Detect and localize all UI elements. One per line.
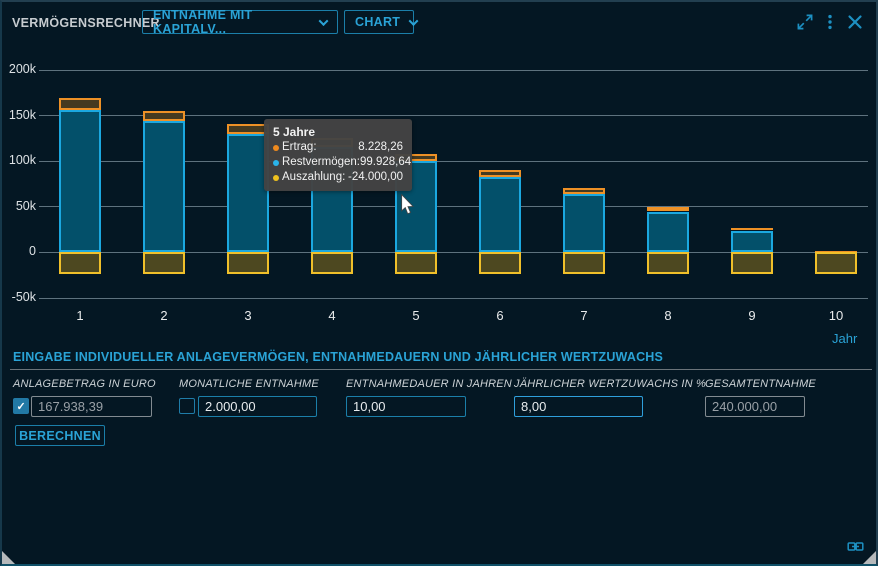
bar-ertrag-jahr-2[interactable] bbox=[143, 111, 185, 121]
gesamtentnahme-field[interactable] bbox=[705, 396, 805, 417]
bar-ertrag-jahr-7[interactable] bbox=[563, 188, 605, 193]
x-tick-label: 5 bbox=[395, 308, 437, 323]
x-tick-label: 4 bbox=[311, 308, 353, 323]
bar-ertrag-jahr-1[interactable] bbox=[59, 98, 101, 109]
x-tick-label: 7 bbox=[563, 308, 605, 323]
tooltip-title: 5 Jahre bbox=[273, 124, 403, 140]
bar-restvermoegen-jahr-2[interactable] bbox=[143, 121, 185, 252]
restvermoegen-bullet-icon bbox=[273, 160, 279, 166]
bar-auszahlung-jahr-5[interactable] bbox=[395, 252, 437, 274]
tooltip-value: 99.928,64 bbox=[360, 155, 411, 170]
chart-tooltip: 5 Jahre Ertrag: 8.228,26 Restvermögen: 9… bbox=[264, 119, 412, 191]
y-tick-label: 100k bbox=[2, 153, 36, 167]
y-tick-label: 150k bbox=[2, 108, 36, 122]
bar-auszahlung-jahr-7[interactable] bbox=[563, 252, 605, 274]
bar-ertrag-jahr-3[interactable] bbox=[227, 124, 269, 134]
bar-restvermoegen-jahr-3[interactable] bbox=[227, 134, 269, 253]
x-tick-label: 3 bbox=[227, 308, 269, 323]
bar-auszahlung-jahr-1[interactable] bbox=[59, 252, 101, 274]
wertzuwachs-label: JÄHRLICHER WERTZUWACHS IN % bbox=[514, 378, 706, 390]
bar-auszahlung-jahr-2[interactable] bbox=[143, 252, 185, 274]
x-tick-label: 10 bbox=[815, 308, 857, 323]
bar-auszahlung-jahr-3[interactable] bbox=[227, 252, 269, 274]
tooltip-row: Ertrag: 8.228,26 bbox=[273, 140, 403, 155]
gesamtentnahme-label: GESAMTENTNAHME bbox=[705, 378, 816, 390]
tooltip-label: Restvermögen: bbox=[282, 155, 360, 170]
entnahmedauer-label: ENTNAHMEDAUER IN JAHREN bbox=[346, 378, 512, 390]
gridline bbox=[39, 298, 868, 299]
bar-auszahlung-jahr-4[interactable] bbox=[311, 252, 353, 274]
bar-restvermoegen-jahr-1[interactable] bbox=[59, 110, 101, 253]
bar-restvermoegen-jahr-8[interactable] bbox=[647, 212, 689, 253]
section-divider bbox=[10, 369, 872, 370]
link-icon[interactable] bbox=[847, 539, 864, 554]
tooltip-row: Auszahlung: -24.000,00 bbox=[273, 170, 403, 185]
auszahlung-bullet-icon bbox=[273, 175, 279, 181]
y-tick-label: 50k bbox=[2, 199, 36, 213]
gridline bbox=[39, 70, 868, 71]
x-tick-label: 1 bbox=[59, 308, 101, 323]
bar-auszahlung-jahr-8[interactable] bbox=[647, 252, 689, 274]
monatliche-entnahme-label: MONATLICHE ENTNAHME bbox=[179, 378, 319, 390]
anlagebetrag-field[interactable] bbox=[31, 396, 152, 417]
form-section-title: EINGABE INDIVIDUELLER ANLAGEVERMÖGEN, EN… bbox=[13, 350, 663, 364]
y-tick-label: 0 bbox=[2, 244, 36, 258]
resize-grip-bottom-left[interactable] bbox=[2, 551, 15, 564]
bar-restvermoegen-jahr-6[interactable] bbox=[479, 177, 521, 253]
bar-auszahlung-jahr-9[interactable] bbox=[731, 252, 773, 274]
x-tick-label: 6 bbox=[479, 308, 521, 323]
monatliche-entnahme-checkbox[interactable] bbox=[179, 398, 195, 414]
bar-ertrag-jahr-6[interactable] bbox=[479, 170, 521, 176]
tooltip-label: Ertrag: bbox=[282, 140, 317, 155]
bar-auszahlung-jahr-10[interactable] bbox=[815, 252, 857, 274]
bar-auszahlung-jahr-6[interactable] bbox=[479, 252, 521, 274]
resize-grip-bottom-right[interactable] bbox=[863, 551, 876, 564]
anlagebetrag-label: ANLAGEBETRAG IN EURO bbox=[13, 378, 156, 390]
x-tick-label: 9 bbox=[731, 308, 773, 323]
mouse-cursor bbox=[400, 194, 415, 215]
monatliche-entnahme-field[interactable] bbox=[198, 396, 317, 417]
bar-restvermoegen-jahr-7[interactable] bbox=[563, 194, 605, 253]
ertrag-bullet-icon bbox=[273, 145, 279, 151]
tooltip-label: Auszahlung: bbox=[282, 170, 345, 185]
entnahmedauer-field[interactable] bbox=[346, 396, 466, 417]
x-tick-label: 2 bbox=[143, 308, 185, 323]
chart-area: 200k 150k 100k 50k 0 -50k 1 2 3 4 5 6 7 8 9 10 Jahr bbox=[2, 2, 876, 564]
tooltip-row: Restvermögen: 99.928,64 bbox=[273, 155, 403, 170]
bar-ertrag-jahr-8[interactable] bbox=[647, 207, 689, 211]
x-tick-label: 8 bbox=[647, 308, 689, 323]
tooltip-value: -24.000,00 bbox=[348, 170, 403, 185]
y-tick-label: -50k bbox=[2, 290, 36, 304]
bar-restvermoegen-jahr-9[interactable] bbox=[731, 231, 773, 252]
tooltip-value: 8.228,26 bbox=[358, 140, 403, 155]
berechnen-button[interactable]: BERECHNEN bbox=[15, 425, 105, 446]
vermoegensrechner-widget: VERMÖGENSRECHNER ENTNAHME MIT KAPITALV..… bbox=[0, 0, 878, 566]
bar-ertrag-jahr-9[interactable] bbox=[731, 228, 773, 230]
x-axis-label: Jahr bbox=[832, 331, 857, 346]
y-tick-label: 200k bbox=[2, 62, 36, 76]
anlagebetrag-checkbox[interactable] bbox=[13, 398, 29, 414]
wertzuwachs-field[interactable] bbox=[514, 396, 643, 417]
